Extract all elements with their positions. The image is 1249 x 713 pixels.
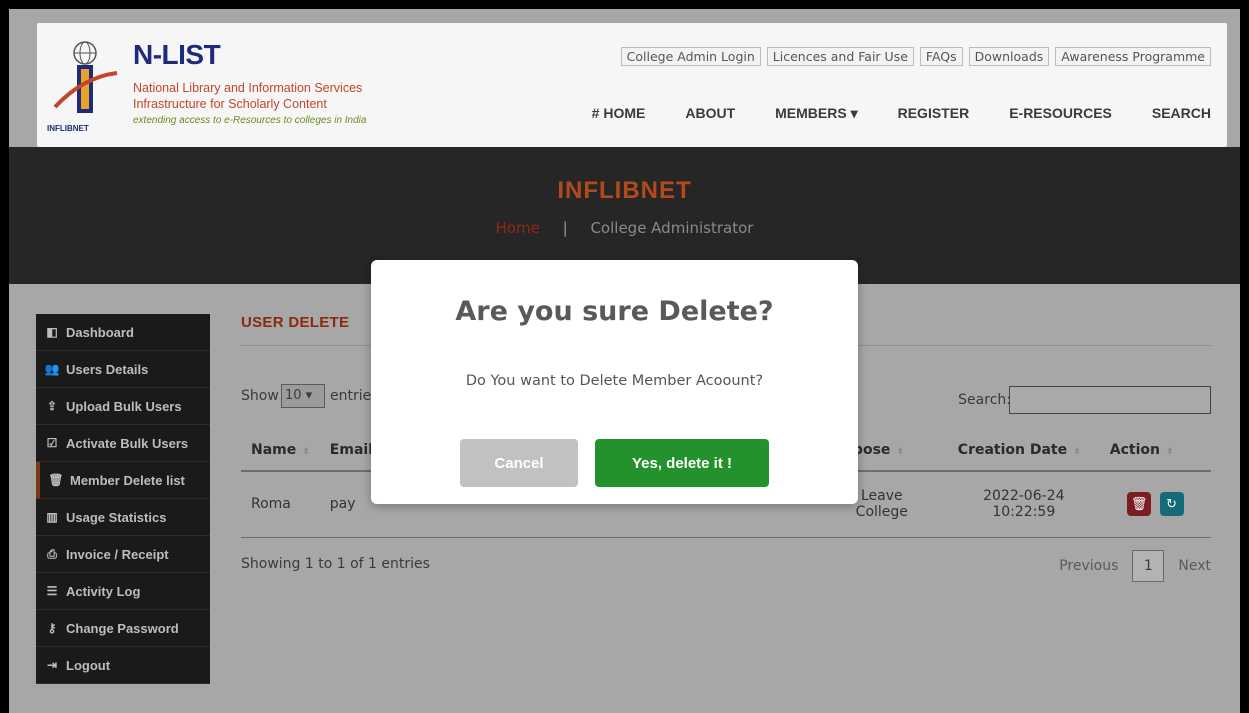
sort-icon: ⬍ <box>896 446 904 457</box>
toplink-licences[interactable]: Licences and Fair Use <box>766 47 914 66</box>
cell-action: 🗑 ↻ <box>1099 471 1211 538</box>
toplink-college-admin-login[interactable]: College Admin Login <box>620 47 761 66</box>
breadcrumb-separator: | <box>562 219 568 237</box>
dialog-message: Do You want to Delete Member Acoount? <box>465 373 764 389</box>
sidebar-item-label: Usage Statistics <box>66 509 167 525</box>
sidebar-item-label: Users Details <box>66 361 149 377</box>
inflibnet-emblem-icon[interactable] <box>53 37 123 133</box>
pagination-previous[interactable]: Previous <box>1059 558 1118 574</box>
cell-name: Roma <box>241 471 320 538</box>
column-header-action[interactable]: Action ⬍ <box>1099 429 1211 472</box>
sidebar-item-usage-statistics[interactable]: ▥ Usage Statistics <box>36 499 210 536</box>
logo-subtitle-line1: National Library and Information Service… <box>133 81 363 95</box>
sidebar-item-logout[interactable]: ⇥ Logout <box>36 647 210 684</box>
restore-icon[interactable]: ↻ <box>1159 492 1184 517</box>
list-icon: ☰ <box>46 584 58 598</box>
table-footer: Showing 1 to 1 of 1 entries Previous 1 N… <box>241 550 1211 582</box>
main-nav: # HOME ABOUT MEMBERS ▾ REGISTER E-RESOUR… <box>592 105 1211 122</box>
sort-icon: ⬍ <box>302 446 310 457</box>
sort-icon: ⬍ <box>1166 446 1174 457</box>
upload-icon: ⇪ <box>46 399 58 413</box>
nav-members[interactable]: MEMBERS ▾ <box>775 105 857 122</box>
breadcrumb-current: College Administrator <box>590 219 754 237</box>
checkbox-icon: ☑ <box>46 436 58 450</box>
sidebar-item-label: Dashboard <box>66 324 134 340</box>
sidebar-item-label: Activate Bulk Users <box>66 435 189 451</box>
pagination-next[interactable]: Next <box>1178 558 1211 574</box>
sidebar-item-label: Activity Log <box>66 583 141 599</box>
search-label: Search: <box>958 392 1011 408</box>
logo-tagline: extending access to e-Resources to colle… <box>133 115 367 126</box>
top-links: College Admin Login Licences and Fair Us… <box>620 47 1211 66</box>
site-logo-title[interactable]: N-LIST <box>133 39 221 71</box>
breadcrumb-home[interactable]: Home <box>496 219 540 237</box>
sidebar-item-activate-bulk-users[interactable]: ☑ Activate Bulk Users <box>36 425 210 462</box>
dialog-title: Are you sure Delete? <box>455 296 774 327</box>
sort-icon: ⬍ <box>1073 446 1081 457</box>
sidebar-item-invoice-receipt[interactable]: ⎙ Invoice / Receipt <box>36 536 210 573</box>
sidebar-item-dashboard[interactable]: ◧ Dashboard <box>36 314 210 351</box>
table-info: Showing 1 to 1 of 1 entries <box>241 556 430 572</box>
nav-search[interactable]: SEARCH <box>1152 105 1211 122</box>
sidebar-item-upload-bulk-users[interactable]: ⇪ Upload Bulk Users <box>36 388 210 425</box>
sidebar-item-activity-log[interactable]: ☰ Activity Log <box>36 573 210 610</box>
sidebar-item-label: Upload Bulk Users <box>66 398 182 414</box>
cell-creation-date: 2022-06-24 10:22:59 <box>947 471 1100 538</box>
search-input[interactable] <box>1009 386 1211 414</box>
confirm-delete-button[interactable]: Yes, delete it ! <box>595 439 769 487</box>
pagination: Previous 1 Next <box>1059 550 1211 582</box>
show-label: Show <box>241 388 279 404</box>
key-icon: ⚷ <box>47 621 57 635</box>
sidebar-item-change-password[interactable]: ⚷ Change Password <box>36 610 210 647</box>
sidebar-item-users-details[interactable]: 👥 Users Details <box>36 351 210 388</box>
column-header-name[interactable]: Name ⬍ <box>241 429 320 472</box>
date-line2: 10:22:59 <box>992 504 1056 521</box>
nav-about[interactable]: ABOUT <box>685 105 735 122</box>
banner-title: INFLIBNET <box>557 177 692 204</box>
dashboard-icon: ◧ <box>46 325 58 339</box>
site-header: INFLIBNET N-LIST National Library and In… <box>37 23 1227 147</box>
toplink-awareness[interactable]: Awareness Programme <box>1055 47 1211 66</box>
nav-home[interactable]: # HOME <box>592 105 646 122</box>
delete-icon[interactable]: 🗑 <box>1127 492 1152 517</box>
pagination-page-1[interactable]: 1 <box>1132 550 1165 582</box>
confirm-delete-dialog: Are you sure Delete? Do You want to Dele… <box>371 260 858 504</box>
date-line1: 2022-06-24 <box>983 488 1065 505</box>
sidebar-item-label: Change Password <box>66 620 179 636</box>
print-icon: ⎙ <box>47 546 57 561</box>
sidebar-item-label: Logout <box>66 657 111 673</box>
emblem-caption: INFLIBNET <box>47 124 89 133</box>
purpose-line2: College <box>855 504 908 521</box>
toplink-faqs[interactable]: FAQs <box>919 47 963 66</box>
cancel-button[interactable]: Cancel <box>460 439 578 487</box>
sidebar: ◧ Dashboard 👥 Users Details ⇪ Upload Bul… <box>36 314 210 684</box>
sidebar-item-label: Member Delete list <box>70 472 185 488</box>
toplink-downloads[interactable]: Downloads <box>968 47 1050 66</box>
trash-icon: 🗑 <box>48 473 64 487</box>
column-header-creation-date[interactable]: Creation Date ⬍ <box>947 429 1100 472</box>
breadcrumb: Home | College Administrator <box>9 219 1240 237</box>
sidebar-item-label: Invoice / Receipt <box>66 546 169 562</box>
nav-eresources[interactable]: E-RESOURCES <box>1009 105 1112 122</box>
page-length-select[interactable]: 10 ▾ <box>281 384 325 408</box>
bar-chart-icon: ▥ <box>46 510 58 524</box>
users-icon: 👥 <box>44 362 60 376</box>
logo-subtitle-line2: Infrastructure for Scholarly Content <box>133 97 327 111</box>
nav-register[interactable]: REGISTER <box>898 105 970 122</box>
logout-icon: ⇥ <box>46 658 58 672</box>
sidebar-item-member-delete-list[interactable]: 🗑 Member Delete list <box>36 462 210 499</box>
